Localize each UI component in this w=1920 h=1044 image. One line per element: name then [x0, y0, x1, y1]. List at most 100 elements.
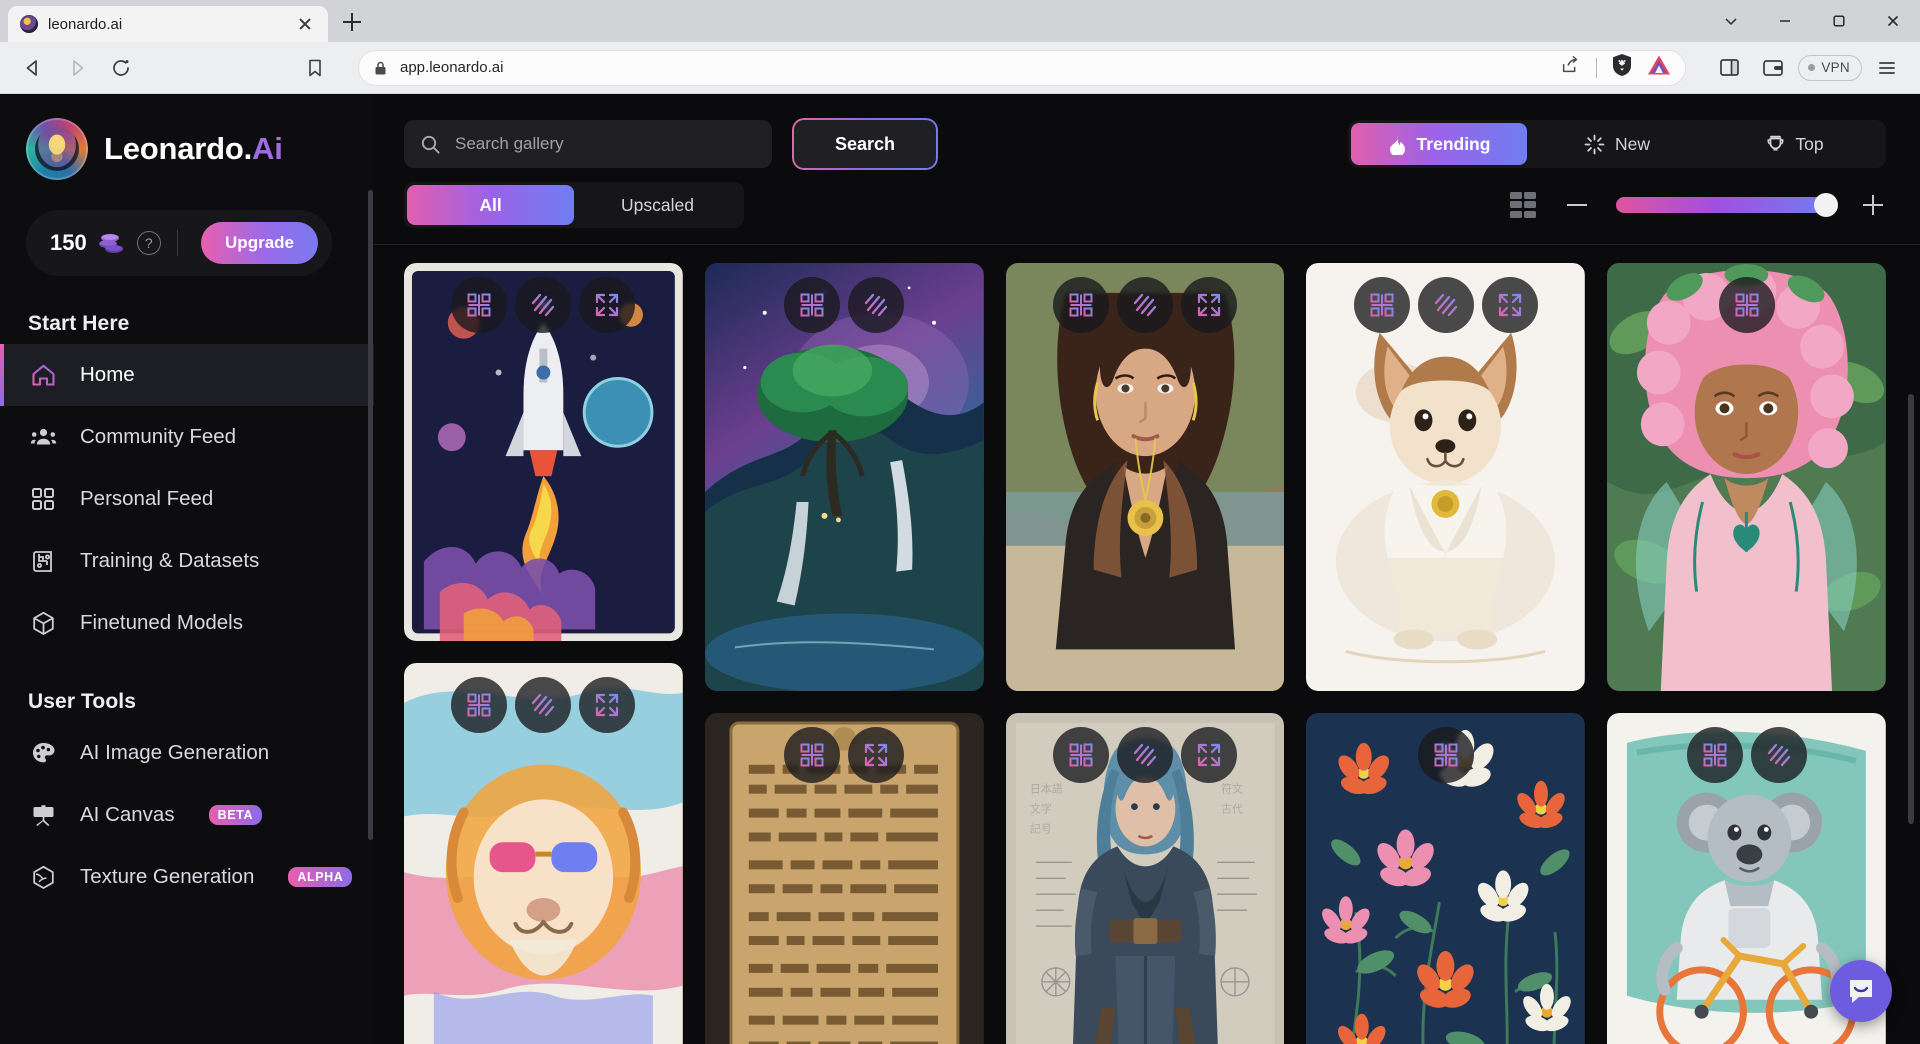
gallery-card[interactable]: [1607, 263, 1886, 692]
vpn-status-dot: [1808, 64, 1816, 71]
hamburger-menu-icon[interactable]: [1868, 49, 1906, 87]
main-content: Search Trending New: [374, 94, 1920, 1044]
upgrade-button[interactable]: Upgrade: [201, 222, 318, 264]
chevron-down-icon[interactable]: [1704, 0, 1758, 42]
card-action-bar: [1306, 727, 1585, 784]
sidebar-item-label: Training & Datasets: [80, 549, 260, 572]
help-circle-icon[interactable]: ?: [136, 231, 161, 255]
tab-strip: leonardo.ai: [0, 0, 1920, 42]
minus-icon[interactable]: [1564, 192, 1590, 218]
remix-icon[interactable]: [784, 727, 841, 784]
upscale-icon[interactable]: [1750, 727, 1807, 784]
vpn-badge[interactable]: VPN: [1798, 54, 1862, 81]
gallery-card[interactable]: [1306, 263, 1586, 692]
sort-segmented-control: Trending New Top: [1348, 120, 1886, 168]
trophy-icon: [1767, 135, 1784, 150]
gallery-card[interactable]: [404, 263, 683, 642]
new-tab-icon[interactable]: [332, 4, 372, 40]
bookmark-icon[interactable]: [296, 49, 334, 87]
brave-rewards-triangle-icon[interactable]: [1647, 54, 1671, 81]
upscale-icon[interactable]: [1116, 727, 1173, 784]
training-chip-icon: [28, 546, 58, 576]
remix-icon[interactable]: [1417, 727, 1474, 784]
sidebar-item-texture-generation[interactable]: Texture Generation ALPHA: [0, 846, 374, 908]
gallery-card[interactable]: [404, 663, 683, 1044]
search-field[interactable]: [404, 120, 772, 168]
browser-tab[interactable]: leonardo.ai: [8, 6, 328, 42]
sidebar-item-ai-canvas[interactable]: AI Canvas BETA: [0, 784, 374, 846]
svg-text:文字: 文字: [1029, 802, 1051, 816]
wallet-icon[interactable]: [1754, 49, 1792, 87]
remix-icon[interactable]: [1353, 277, 1410, 333]
expand-icon[interactable]: [1180, 277, 1237, 333]
upscale-icon[interactable]: [1417, 277, 1474, 333]
intercom-chat-icon[interactable]: [1830, 960, 1892, 1022]
zoom-slider[interactable]: [1616, 193, 1838, 217]
card-action-bar: [1006, 277, 1285, 333]
search-button[interactable]: Search: [794, 120, 936, 168]
sidebar-item-home[interactable]: Home: [0, 344, 374, 406]
filter-tabs: All Upscaled: [404, 182, 744, 228]
tab-all[interactable]: All: [407, 185, 574, 225]
gallery-card[interactable]: [704, 263, 984, 692]
remix-icon[interactable]: [1718, 277, 1775, 333]
expand-icon[interactable]: [1481, 277, 1538, 333]
vpn-label: VPN: [1821, 60, 1850, 75]
sidebar-item-training-datasets[interactable]: Training & Datasets: [0, 530, 374, 592]
sidebar-item-label: Home: [80, 363, 135, 386]
expand-icon[interactable]: [1180, 727, 1237, 784]
remix-icon[interactable]: [1052, 727, 1109, 784]
back-arrow-icon[interactable]: [14, 49, 52, 87]
tab-title: leonardo.ai: [48, 15, 123, 33]
window-close-icon[interactable]: [1866, 0, 1920, 42]
sidebar-item-finetuned-models[interactable]: Finetuned Models: [0, 592, 374, 654]
remix-icon[interactable]: [784, 277, 841, 333]
sort-tab-label: New: [1614, 133, 1650, 154]
gallery-card[interactable]: [1005, 263, 1285, 692]
upscale-icon[interactable]: [515, 277, 572, 333]
grid-density-icon[interactable]: [1510, 192, 1538, 218]
flame-icon: [1389, 134, 1405, 155]
sidebar-item-personal-feed[interactable]: Personal Feed: [0, 468, 374, 530]
remix-icon[interactable]: [1052, 277, 1109, 333]
plus-icon[interactable]: [1860, 192, 1886, 218]
share-icon[interactable]: [1560, 54, 1582, 81]
maximize-icon[interactable]: [1812, 0, 1866, 42]
brand-name: Leonardo.Ai: [104, 131, 283, 167]
sidebar-item-community-feed[interactable]: Community Feed: [0, 406, 374, 468]
sidebar-item-ai-image-generation[interactable]: AI Image Generation: [0, 722, 374, 784]
tab-upscaled[interactable]: Upscaled: [574, 185, 741, 225]
search-input[interactable]: [455, 134, 756, 154]
browser-navigation-bar: app.leonardo.ai VPN: [0, 42, 1920, 94]
address-bar[interactable]: app.leonardo.ai: [358, 49, 1687, 86]
sort-tab-new[interactable]: New: [1529, 123, 1705, 165]
remix-icon[interactable]: [451, 277, 508, 333]
sidebar-scrollbar[interactable]: [368, 190, 373, 840]
remix-icon[interactable]: [451, 677, 508, 734]
sort-tab-trending[interactable]: Trending: [1351, 123, 1527, 165]
brave-lion-icon[interactable]: [1611, 53, 1633, 82]
sort-tab-top[interactable]: Top: [1707, 123, 1883, 165]
gallery-card[interactable]: [1306, 713, 1586, 1044]
expand-icon[interactable]: [579, 277, 636, 333]
sidebar-panel-icon[interactable]: [1710, 49, 1748, 87]
gallery-card[interactable]: [704, 713, 984, 1044]
minimize-icon[interactable]: [1758, 0, 1812, 42]
brand-name-main: Leonardo.: [104, 131, 253, 166]
remix-icon[interactable]: [1686, 727, 1743, 784]
expand-icon[interactable]: [579, 677, 636, 734]
upscale-icon[interactable]: [515, 677, 572, 734]
brand[interactable]: Leonardo.Ai: [0, 94, 374, 180]
gallery-card[interactable]: 日本語 文字 記号 符文 古代: [1005, 713, 1285, 1044]
home-icon: [28, 360, 58, 390]
close-icon[interactable]: [294, 13, 316, 35]
gallery-scrollbar[interactable]: [1908, 394, 1914, 824]
status-badge: ALPHA: [288, 867, 353, 887]
expand-icon[interactable]: [848, 727, 905, 784]
forward-arrow-icon: [58, 49, 96, 87]
zoom-slider-knob[interactable]: [1814, 193, 1838, 217]
upscale-icon[interactable]: [848, 277, 905, 333]
upscale-icon[interactable]: [1116, 277, 1173, 333]
reload-icon[interactable]: [102, 49, 140, 87]
leonardo-app: Leonardo.Ai 150 ? Upgrade Start Here Hom: [0, 94, 1920, 1044]
